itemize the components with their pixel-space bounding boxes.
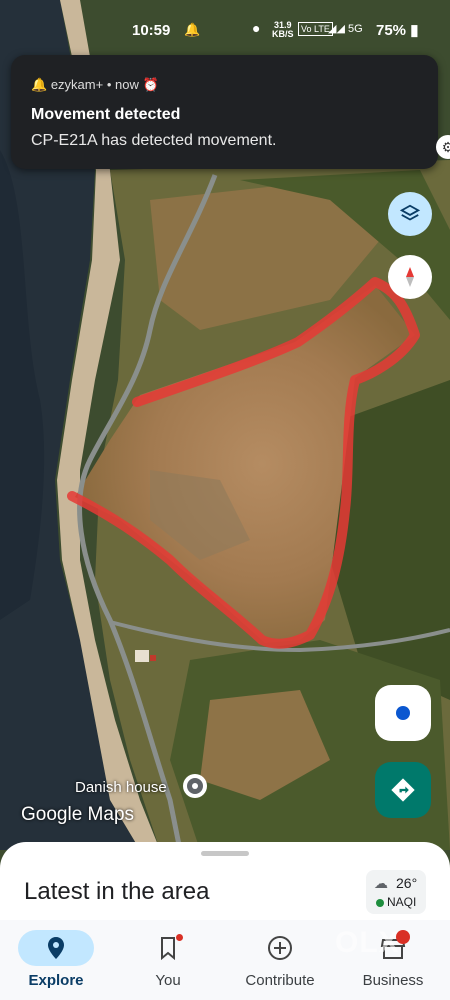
signal-icon: ◢◢ 5G	[328, 23, 363, 35]
speed-unit: KB/S	[272, 29, 294, 39]
status-bar: 10:59 🔔 ● 31.9 KB/S Vo LTE ◢◢ 5G 75% ▮	[0, 0, 450, 60]
aqi-label: NAQI	[387, 895, 417, 909]
battery-icon: ▮	[410, 22, 419, 39]
layers-button[interactable]	[388, 192, 432, 236]
notification-title: Movement detected	[31, 106, 181, 123]
sheet-title: Latest in the area	[24, 878, 210, 905]
notification-time: now	[115, 77, 139, 92]
my-location-icon	[396, 706, 410, 720]
directions-icon	[391, 778, 415, 802]
weather-chip[interactable]: ☁ 26° NAQI	[366, 870, 426, 914]
settings-icon: ⚙	[441, 138, 450, 155]
nav-label-explore: Explore	[28, 972, 84, 989]
nav-label-contribute: Contribute	[245, 972, 315, 989]
layers-icon	[399, 204, 421, 221]
small-bell-icon: 🔔	[31, 77, 48, 92]
notification-body: CP-E21A has detected movement.	[31, 132, 277, 149]
directions-button[interactable]	[375, 762, 431, 818]
add-circle-icon	[268, 936, 292, 960]
alarm-icon: ⏰	[142, 77, 159, 92]
nav-label-you: You	[155, 972, 181, 989]
nav-you[interactable]: You	[112, 920, 224, 1000]
status-time: 10:59	[132, 22, 171, 39]
notification-dot	[176, 934, 183, 941]
location-icon: ●	[252, 20, 261, 36]
notification-app-name: ezykam+	[50, 77, 104, 92]
network-type: 5G	[347, 23, 363, 35]
weather-temperature: 26°	[396, 875, 418, 891]
compass-icon	[406, 267, 414, 287]
notification-header: 🔔 ezykam+ • now ⏰	[31, 77, 159, 92]
nav-contribute[interactable]: Contribute	[224, 920, 336, 1000]
google-maps-watermark: Google Maps	[21, 804, 135, 825]
explore-pin-icon	[48, 937, 64, 959]
battery-level: 75% ▮	[376, 21, 418, 39]
my-location-button[interactable]	[375, 685, 431, 741]
battery-percent: 75%	[376, 22, 407, 39]
nav-label-business: Business	[362, 972, 424, 989]
place-pin-icon	[183, 774, 207, 798]
place-label: Danish house	[75, 779, 167, 796]
nav-explore[interactable]: Explore	[0, 920, 112, 1000]
movement-notification[interactable]: 🔔 ezykam+ • now ⏰ Movement detected CP-E…	[11, 55, 438, 169]
bookmark-icon	[161, 937, 175, 960]
compass-button[interactable]	[388, 255, 432, 299]
weather-cloud-icon: ☁	[374, 875, 388, 891]
olx-watermark: OLX	[335, 926, 400, 959]
sheet-drag-handle[interactable]	[201, 851, 249, 856]
aqi-dot-icon	[376, 899, 384, 907]
notification-bell-icon: 🔔	[184, 22, 201, 37]
network-speed: 31.9 KB/S	[272, 21, 294, 39]
